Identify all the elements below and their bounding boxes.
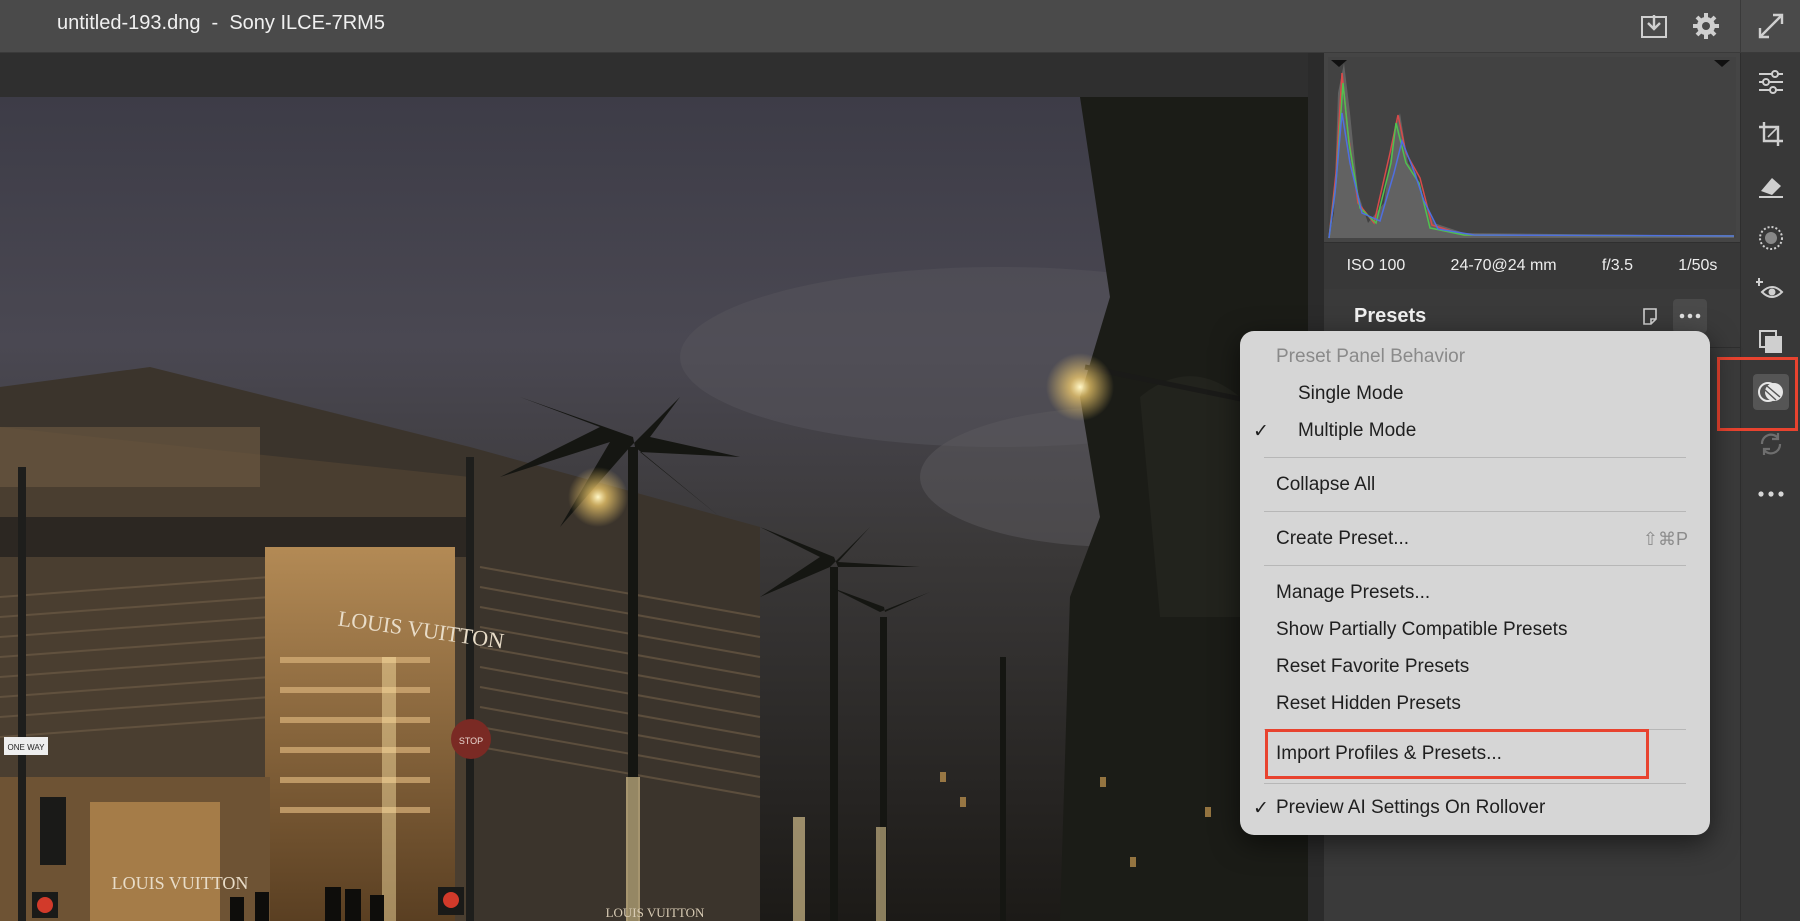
photo-preview[interactable]: STOP ONE WAY LOUIS VUITTON LOUIS VUITTON…	[0, 97, 1308, 921]
tool-strip	[1740, 53, 1800, 921]
exif-iso: ISO 100	[1346, 257, 1406, 274]
exif-shutter: 1/50s	[1678, 257, 1718, 274]
menu-item-manage-presets[interactable]: Manage Presets...	[1276, 582, 1430, 604]
menu-separator	[1264, 511, 1686, 512]
exif-lens: 24-70@24 mm	[1450, 257, 1557, 274]
one-way-sign-text: ONE WAY	[8, 743, 46, 752]
menu-item-multiple-mode[interactable]: Multiple Mode	[1298, 420, 1416, 442]
stop-sign-text: STOP	[459, 736, 483, 746]
snapshots-icon[interactable]	[1753, 324, 1789, 360]
storefront-sign-lower: LOUIS VUITTON	[112, 873, 249, 893]
menu-item-create-preset[interactable]: Create Preset...	[1276, 528, 1409, 550]
create-preset-shortcut: ⇧⌘P	[1642, 529, 1688, 549]
presets-title: Presets	[1354, 305, 1427, 327]
menu-header-preset-panel-behavior: Preset Panel Behavior	[1276, 346, 1466, 367]
fullscreen-expand-icon[interactable]	[1753, 8, 1789, 44]
document-title: untitled-193.dng - Sony ILCE-7RM5	[57, 12, 385, 34]
red-eye-icon[interactable]	[1753, 272, 1789, 308]
menu-item-reset-hidden[interactable]: Reset Hidden Presets	[1276, 693, 1461, 715]
masking-icon[interactable]	[1753, 220, 1789, 256]
photo-top-strip	[0, 53, 1320, 97]
menu-item-collapse-all[interactable]: Collapse All	[1276, 474, 1375, 496]
menu-item-reset-favorite[interactable]: Reset Favorite Presets	[1276, 656, 1469, 678]
new-preset-icon[interactable]	[1633, 299, 1667, 333]
preset-options-menu: Preset Panel Behavior Single Mode ✓ Mult…	[1240, 331, 1710, 835]
more-icon[interactable]	[1753, 476, 1789, 512]
settings-gear-icon[interactable]	[1688, 8, 1724, 44]
edit-sliders-icon[interactable]	[1753, 64, 1789, 100]
histogram	[1324, 53, 1740, 242]
storefront-sign-side: LOUIS VUITTON	[606, 905, 705, 920]
remove-eraser-icon[interactable]	[1753, 168, 1789, 204]
multiple-mode-check-icon: ✓	[1253, 421, 1269, 442]
menu-item-single-mode[interactable]: Single Mode	[1298, 383, 1404, 405]
menu-item-show-partially-compatible[interactable]: Show Partially Compatible Presets	[1276, 619, 1567, 641]
exif-aperture: f/3.5	[1601, 257, 1633, 274]
menu-separator	[1264, 783, 1686, 784]
save-download-icon[interactable]	[1636, 8, 1672, 44]
more-options-icon[interactable]	[1673, 299, 1707, 333]
preview-ai-check-icon: ✓	[1253, 798, 1269, 819]
title-bar-divider	[1740, 0, 1741, 52]
menu-separator	[1264, 457, 1686, 458]
crop-icon[interactable]	[1753, 116, 1789, 152]
menu-item-preview-ai-settings[interactable]: Preview AI Settings On Rollover	[1276, 797, 1545, 819]
presets-tool-highlight	[1717, 357, 1798, 431]
exif-info-bar: ISO 100 24-70@24 mm f/3.5 1/50s	[1324, 242, 1740, 290]
menu-separator	[1264, 565, 1686, 566]
title-bar: untitled-193.dng - Sony ILCE-7RM5	[0, 0, 1800, 53]
sync-icon[interactable]	[1753, 426, 1789, 462]
import-item-highlight	[1265, 729, 1649, 779]
